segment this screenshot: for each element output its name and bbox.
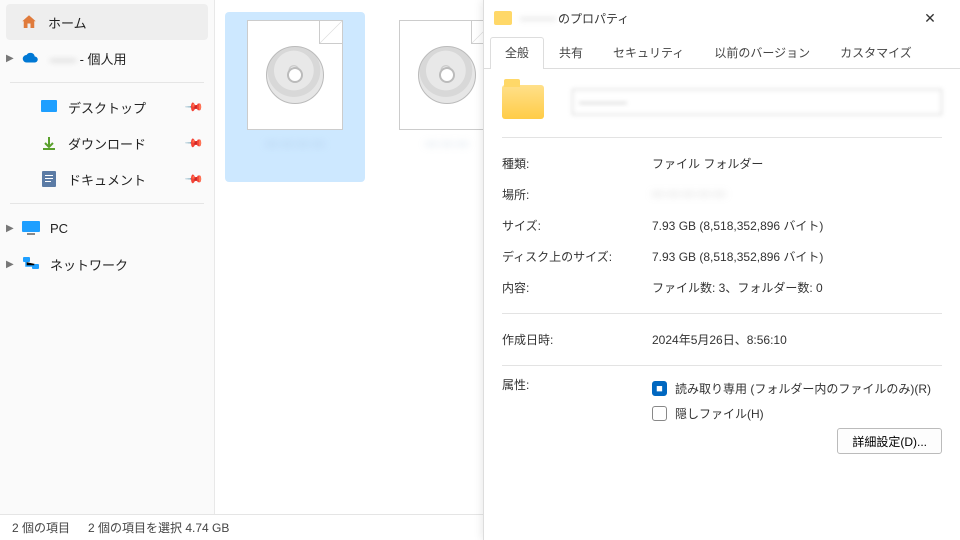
tab-strip: 全般 共有 セキュリティ 以前のバージョン カスタマイズ [484, 36, 960, 69]
label-size: サイズ: [502, 217, 652, 234]
sidebar-label-home: ホーム [48, 13, 87, 32]
dialog-titlebar[interactable]: ——— のプロパティ ✕ [484, 0, 960, 36]
checkbox-readonly[interactable]: ■ [652, 381, 667, 396]
folder-name-input[interactable] [572, 89, 942, 115]
status-item-count: 2 個の項目 [12, 519, 70, 536]
desktop-icon [40, 98, 58, 116]
chevron-right-icon: ▶ [6, 53, 14, 64]
home-icon [20, 13, 38, 31]
row-created: 作成日時: 2024年5月26日、8:56:10 [502, 324, 942, 355]
row-contents: 内容: ファイル数: 3、フォルダー数: 0 [502, 272, 942, 303]
sidebar-item-network[interactable]: ▶ ネットワーク [0, 246, 214, 282]
tab-customize[interactable]: カスタマイズ [825, 37, 927, 69]
sidebar-item-personal[interactable]: ▶ —— - 個人用 [0, 40, 214, 76]
value-size: 7.93 GB (8,518,352,896 バイト) [652, 217, 942, 234]
separator [502, 365, 942, 366]
folder-icon-large [502, 85, 544, 119]
row-type: 種類: ファイル フォルダー [502, 148, 942, 179]
chevron-right-icon: ▶ [6, 259, 14, 270]
tab-previous-versions[interactable]: 以前のバージョン [699, 37, 825, 69]
checkbox-hidden-row[interactable]: 隠しファイル(H) [652, 401, 942, 426]
pin-icon: 📌 [184, 97, 204, 117]
attributes-section: 属性: ■ 読み取り専用 (フォルダー内のファイルのみ)(R) 隠しファイル(H… [502, 376, 942, 454]
tab-general[interactable]: 全般 [490, 37, 544, 69]
value-type: ファイル フォルダー [652, 155, 942, 172]
dialog-title-suffix: のプロパティ [558, 10, 629, 27]
cloud-icon [22, 49, 40, 67]
label-created: 作成日時: [502, 331, 652, 348]
label-size-on-disk: ディスク上のサイズ: [502, 248, 652, 265]
chevron-right-icon: ▶ [6, 223, 14, 234]
value-contents: ファイル数: 3、フォルダー数: 0 [652, 279, 942, 296]
checkbox-readonly-row[interactable]: ■ 読み取り専用 (フォルダー内のファイルのみ)(R) [652, 376, 942, 401]
sidebar-label-pc: PC [50, 221, 68, 236]
sidebar-label-network: ネットワーク [50, 255, 128, 274]
label-attributes: 属性: [502, 376, 652, 454]
file-thumbnail [247, 20, 343, 130]
sidebar-label-personal: —— - 個人用 [50, 49, 127, 68]
sidebar-separator [10, 82, 204, 83]
disc-icon [266, 46, 324, 104]
pin-icon: 📌 [184, 169, 204, 189]
properties-dialog: ——— のプロパティ ✕ 全般 共有 セキュリティ 以前のバージョン カスタマイ… [483, 0, 960, 540]
name-row [502, 85, 942, 119]
separator [502, 313, 942, 314]
separator [502, 137, 942, 138]
close-button[interactable]: ✕ [910, 3, 950, 33]
dialog-body: 種類: ファイル フォルダー 場所: — — — — — サイズ: 7.93 G… [484, 69, 960, 470]
sidebar-item-home[interactable]: ホーム [6, 4, 208, 40]
dialog-title-name: ——— [520, 11, 556, 25]
disc-icon [418, 46, 476, 104]
document-icon [40, 170, 58, 188]
download-icon [40, 134, 58, 152]
label-location: 場所: [502, 186, 652, 203]
sidebar-item-desktop[interactable]: デスクトップ 📌 [0, 89, 214, 125]
tab-sharing[interactable]: 共有 [544, 37, 598, 69]
sidebar-item-pc[interactable]: ▶ PC [0, 210, 214, 246]
file-item[interactable]: — — — — [225, 12, 365, 182]
value-size-on-disk: 7.93 GB (8,518,352,896 バイト) [652, 248, 942, 265]
sidebar-label-downloads: ダウンロード [68, 134, 146, 153]
status-selection: 2 個の項目を選択 4.74 GB [88, 519, 229, 536]
folder-icon [494, 11, 512, 25]
network-icon [22, 255, 40, 273]
advanced-button[interactable]: 詳細設定(D)... [837, 428, 942, 454]
close-icon: ✕ [924, 10, 936, 27]
pin-icon: 📌 [184, 133, 204, 153]
sidebar-separator [10, 203, 204, 204]
checkbox-hidden[interactable] [652, 406, 667, 421]
checkbox-readonly-label: 読み取り専用 (フォルダー内のファイルのみ)(R) [675, 380, 931, 397]
value-location: — — — — — [652, 186, 942, 203]
file-thumbnail [399, 20, 495, 130]
file-name: — — — [426, 136, 469, 152]
row-location: 場所: — — — — — [502, 179, 942, 210]
sidebar-label-desktop: デスクトップ [68, 98, 146, 117]
row-size: サイズ: 7.93 GB (8,518,352,896 バイト) [502, 210, 942, 241]
value-created: 2024年5月26日、8:56:10 [652, 331, 942, 348]
tab-security[interactable]: セキュリティ [598, 37, 699, 69]
sidebar-item-downloads[interactable]: ダウンロード 📌 [0, 125, 214, 161]
label-contents: 内容: [502, 279, 652, 296]
sidebar: ホーム ▶ —— - 個人用 デスクトップ 📌 ダウンロード 📌 ドキュメント [0, 0, 215, 514]
sidebar-label-documents: ドキュメント [68, 170, 146, 189]
label-type: 種類: [502, 155, 652, 172]
file-name: — — — — [266, 136, 324, 152]
checkbox-hidden-label: 隠しファイル(H) [675, 405, 764, 422]
pc-icon [22, 219, 40, 237]
sidebar-item-documents[interactable]: ドキュメント 📌 [0, 161, 214, 197]
row-size-on-disk: ディスク上のサイズ: 7.93 GB (8,518,352,896 バイト) [502, 241, 942, 272]
